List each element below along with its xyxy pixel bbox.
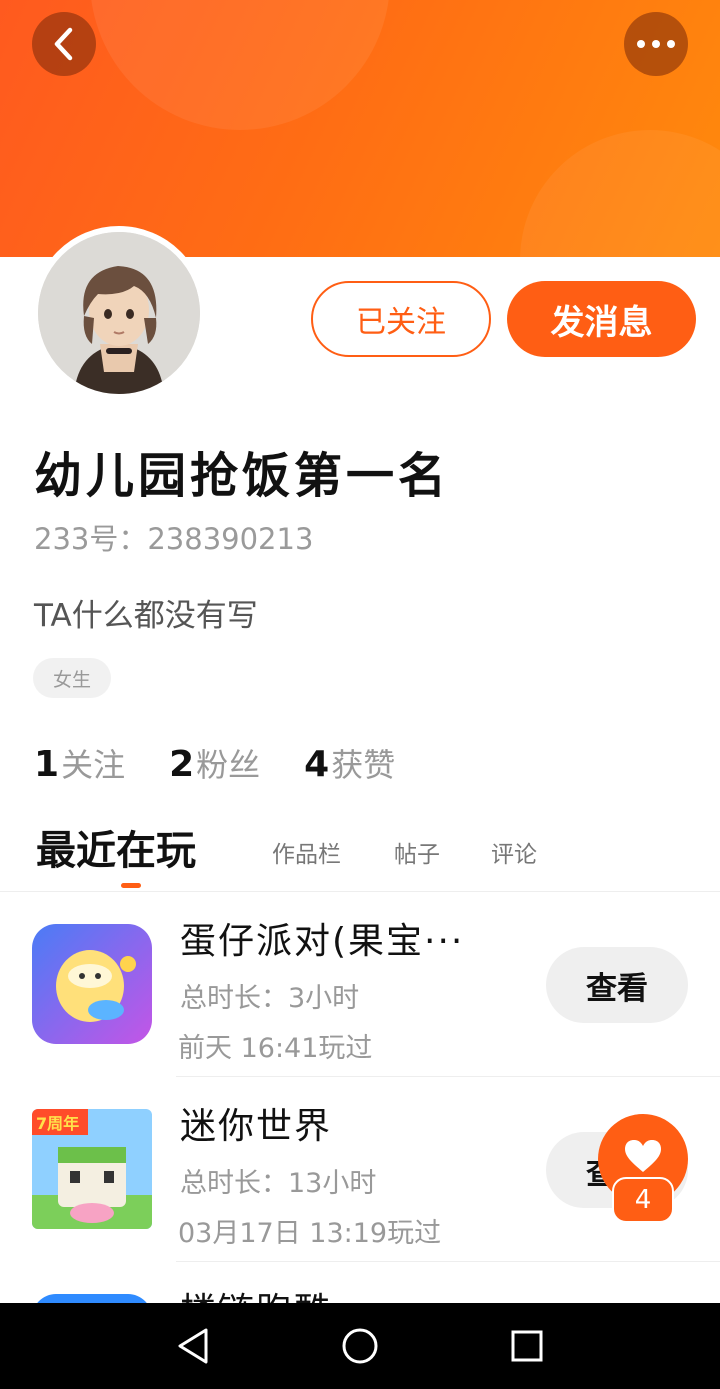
stat-value: 4 bbox=[304, 744, 330, 785]
profile-banner bbox=[0, 0, 720, 257]
game-list-item[interactable]: 蛋仔派对(果宝··· 总时长：3小时 前天 16:41玩过 查看 bbox=[0, 892, 720, 1077]
stat-value: 2 bbox=[169, 744, 195, 785]
nav-recents-button[interactable] bbox=[497, 1316, 557, 1376]
following-button[interactable]: 已关注 bbox=[311, 281, 491, 357]
tab-works[interactable]: 作品栏 bbox=[272, 830, 341, 880]
game-icon-parkour bbox=[32, 1294, 152, 1303]
avatar[interactable] bbox=[32, 226, 206, 400]
send-message-button[interactable]: 发消息 bbox=[507, 281, 696, 357]
nav-back-button[interactable] bbox=[163, 1316, 223, 1376]
game-icon-badge: 7周年 bbox=[36, 1114, 79, 1133]
stats-row: 1 关注 2 粉丝 4 获赞 bbox=[34, 740, 439, 786]
stat-likes[interactable]: 4 获赞 bbox=[304, 740, 395, 786]
game-icon-eggy-party bbox=[32, 924, 152, 1044]
tab-recently-played[interactable]: 最近在玩 bbox=[36, 826, 196, 876]
view-game-button[interactable]: 查看 bbox=[546, 947, 688, 1023]
nav-home-button[interactable] bbox=[330, 1316, 390, 1376]
stat-label: 关注 bbox=[61, 746, 126, 784]
triangle-back-icon bbox=[178, 1328, 208, 1364]
game-list-item[interactable]: 楼链跑酷 bbox=[0, 1262, 720, 1303]
game-play-duration: 总时长：3小时 bbox=[180, 983, 360, 1014]
gender-tag: 女生 bbox=[33, 658, 111, 698]
heart-icon bbox=[625, 1140, 661, 1172]
circle-home-icon bbox=[342, 1328, 378, 1364]
stat-label: 粉丝 bbox=[196, 746, 261, 784]
stat-value: 1 bbox=[34, 744, 60, 785]
game-name: 迷你世界 bbox=[180, 1106, 333, 1147]
user-id: 233号：238390213 bbox=[34, 522, 314, 556]
stat-fans[interactable]: 2 粉丝 bbox=[169, 740, 260, 786]
game-last-played: 前天 16:41玩过 bbox=[178, 1033, 373, 1064]
profile-tabs: 最近在玩 作品栏 帖子 评论 bbox=[36, 826, 686, 888]
like-count-badge: 4 bbox=[612, 1177, 674, 1223]
game-name: 楼链跑酷 bbox=[180, 1282, 332, 1303]
active-tab-indicator bbox=[121, 883, 141, 888]
avatar-portrait bbox=[38, 232, 200, 394]
game-icon-mini-world: 7周年 bbox=[32, 1109, 152, 1229]
more-dots-icon bbox=[637, 40, 675, 48]
stat-following[interactable]: 1 关注 bbox=[34, 740, 125, 786]
back-button[interactable] bbox=[32, 12, 96, 76]
game-name: 蛋仔派对(果宝··· bbox=[180, 921, 465, 962]
game-last-played: 03月17日 13:19玩过 bbox=[178, 1218, 442, 1249]
more-button[interactable] bbox=[624, 12, 688, 76]
square-recents-icon bbox=[511, 1330, 543, 1362]
nickname: 幼儿园抢饭第一名 bbox=[34, 448, 451, 504]
stat-label: 获赞 bbox=[331, 746, 396, 784]
bio: TA什么都没有写 bbox=[34, 598, 258, 634]
tab-posts[interactable]: 帖子 bbox=[394, 830, 440, 880]
chevron-left-icon bbox=[54, 27, 73, 61]
tab-comments[interactable]: 评论 bbox=[491, 830, 537, 880]
game-play-duration: 总时长：13小时 bbox=[180, 1168, 377, 1199]
system-nav-bar bbox=[0, 1303, 720, 1389]
